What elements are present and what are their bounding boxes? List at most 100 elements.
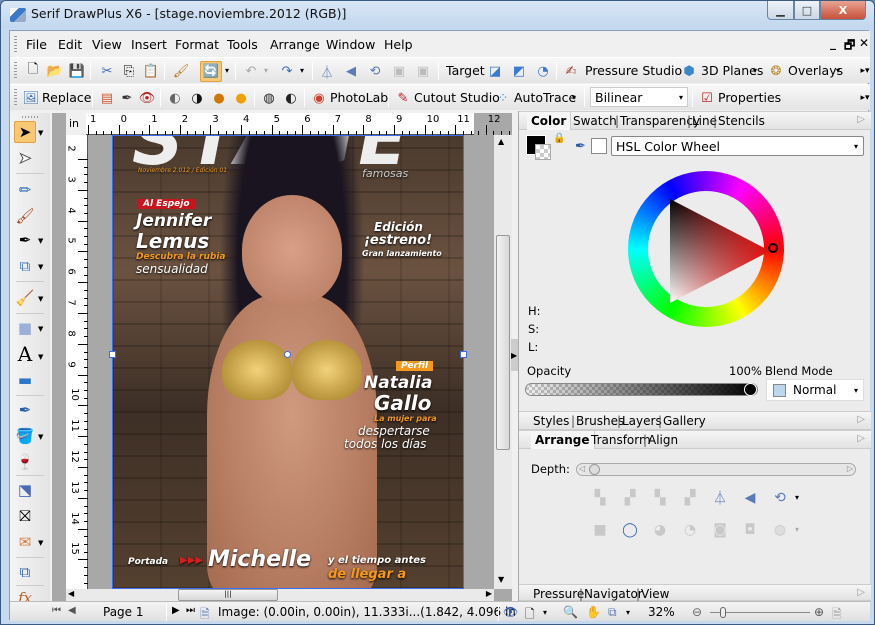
join-dropdown-icon[interactable]: ▾ bbox=[795, 525, 799, 534]
rotate-icon[interactable]: ⟲ bbox=[366, 62, 384, 80]
bring-forward-icon[interactable]: ▣ bbox=[390, 62, 408, 80]
tab-pressure[interactable]: Pressure bbox=[533, 587, 584, 601]
overlays-button[interactable]: Overlays bbox=[788, 63, 843, 78]
replace-button[interactable]: Replace bbox=[42, 90, 91, 105]
scroll-down-icon[interactable]: ▼ bbox=[498, 575, 504, 584]
cutout-studio-button[interactable]: Cutout Studio bbox=[414, 90, 500, 105]
hue-marker[interactable] bbox=[768, 243, 778, 253]
vertical-ruler[interactable]: 2 3 4 5 6 7 8 9 10 11 12 13 14 15 bbox=[66, 135, 88, 589]
subtract-icon[interactable]: ◕ bbox=[651, 521, 669, 539]
fill-color-swatch[interactable] bbox=[535, 144, 551, 160]
doc-close-button[interactable]: ✕ bbox=[859, 36, 869, 50]
back-one-icon[interactable]: ▞ bbox=[681, 489, 699, 507]
zoom-slider[interactable] bbox=[710, 607, 810, 618]
menu-format[interactable]: Format bbox=[175, 37, 219, 52]
tab-navigator[interactable]: Navigator bbox=[584, 587, 643, 601]
rotate-dropdown-icon[interactable]: ▾ bbox=[795, 493, 799, 502]
depth-slider-knob[interactable] bbox=[589, 464, 600, 475]
minimize-button[interactable]: ▁ bbox=[767, 1, 794, 20]
update-dropdown-icon[interactable]: ▾ bbox=[225, 66, 229, 75]
convert-to-curves-icon[interactable]: ◯ bbox=[621, 521, 639, 539]
3d-planes-icon[interactable]: ⬢ bbox=[680, 62, 698, 80]
resize-handle-left[interactable] bbox=[109, 351, 116, 358]
drawing-canvas[interactable]: in 1 0 1 2 3 4 5 6 7 8 9 10 11 12 2 3 4 5 6 7 8 9 10 11 12 13 14 1… bbox=[52, 113, 512, 601]
zoom-tool-icon[interactable]: 🔍 bbox=[563, 605, 578, 619]
brightness-down-icon[interactable]: ● bbox=[210, 89, 228, 107]
brightness-up-icon[interactable]: ● bbox=[232, 89, 250, 107]
red-eye-icon[interactable]: 👁 bbox=[138, 89, 156, 107]
target-front-icon[interactable]: ◪ bbox=[486, 62, 504, 80]
pencil-tool-icon[interactable]: ✏ bbox=[14, 179, 36, 201]
lock-icon[interactable]: 🔒 bbox=[553, 133, 565, 144]
pen-tool-icon[interactable]: ✒ bbox=[14, 229, 36, 251]
resize-handle-right[interactable] bbox=[460, 351, 467, 358]
close-button[interactable]: X bbox=[820, 1, 866, 20]
zoom-in-icon[interactable]: ⊕ bbox=[814, 605, 824, 619]
update-icon[interactable]: 🔄 bbox=[200, 61, 222, 82]
blend-mode-select[interactable]: Normal ▾ bbox=[766, 379, 864, 401]
photolab-button[interactable]: PhotoLab bbox=[330, 90, 388, 105]
insert-picture-tool-icon[interactable]: ▬ bbox=[14, 369, 36, 391]
target-back-icon[interactable]: ◩ bbox=[510, 62, 528, 80]
flip-horizontal-icon[interactable]: ⏃ bbox=[711, 489, 729, 507]
zoom-to-fit-icon[interactable]: ⧉ bbox=[608, 605, 617, 620]
transparency-tool-icon[interactable]: 🍷 bbox=[14, 451, 36, 473]
pressure-studio-button[interactable]: Pressure Studio bbox=[585, 63, 682, 78]
exclude-icon[interactable]: ◙ bbox=[711, 521, 729, 539]
properties-button[interactable]: Properties bbox=[718, 90, 781, 105]
panel-menu-icon[interactable]: ▷ bbox=[857, 414, 865, 425]
flip-horizontal-icon[interactable]: ⏃ bbox=[318, 62, 336, 81]
bring-to-front-icon[interactable]: ▚ bbox=[591, 489, 609, 507]
split-icon[interactable]: ◘ bbox=[741, 521, 759, 539]
horizontal-ruler[interactable]: 1 0 1 2 3 4 5 6 7 8 9 10 11 12 bbox=[66, 113, 510, 135]
depth-slider[interactable]: ◁ ▷ bbox=[576, 463, 856, 476]
toolbox-grip[interactable] bbox=[22, 116, 40, 118]
flip-vertical-icon[interactable]: ◀ bbox=[342, 62, 360, 80]
scroll-right-icon[interactable]: ▶ bbox=[486, 589, 492, 598]
page-mode-dropdown-icon[interactable]: ▾ bbox=[543, 608, 547, 617]
undo-icon[interactable]: ↶ bbox=[242, 62, 260, 80]
color-pickup-tool-icon[interactable]: ✒ bbox=[14, 399, 36, 421]
paste-icon[interactable]: 📋 bbox=[142, 62, 160, 80]
undo-dropdown-icon[interactable]: ▾ bbox=[264, 66, 268, 75]
open-folder-icon[interactable]: 📂 bbox=[46, 62, 64, 80]
zoom-out-icon[interactable]: ⊖ bbox=[692, 605, 702, 619]
vertical-scrollbar[interactable]: ▲ ▼ bbox=[494, 135, 512, 589]
actual-size-icon[interactable]: 🗎 bbox=[832, 605, 842, 624]
resample-select[interactable]: Bilinear ▾ bbox=[590, 87, 688, 107]
ruler-unit[interactable]: in bbox=[66, 113, 86, 135]
copy-icon[interactable]: ⎘ bbox=[120, 62, 138, 80]
pressure-studio-icon[interactable]: ✍ bbox=[562, 62, 580, 80]
tab-styles[interactable]: Styles bbox=[533, 414, 569, 428]
rotate-handle[interactable] bbox=[284, 351, 291, 358]
fill-tool-icon[interactable]: 🪣 bbox=[14, 425, 36, 447]
quickshape-tool-icon[interactable]: ■ bbox=[14, 317, 36, 339]
panel-menu-icon[interactable]: ▷ bbox=[857, 587, 865, 598]
adjust-picture-icon[interactable]: ▤ bbox=[98, 89, 116, 107]
previous-page-icon[interactable]: ◀ bbox=[68, 605, 76, 616]
connector-tool-icon[interactable]: ⧉ bbox=[14, 255, 36, 277]
toolbar-grip[interactable] bbox=[14, 36, 17, 52]
redo-icon[interactable]: ↷ bbox=[278, 62, 296, 80]
page-indicator[interactable]: Page 1 bbox=[103, 605, 144, 619]
menu-view[interactable]: View bbox=[92, 37, 122, 52]
tab-gallery[interactable]: Gallery bbox=[663, 414, 706, 428]
toolbar-grip[interactable] bbox=[14, 89, 17, 107]
page-properties-icon[interactable]: 🗎 bbox=[200, 605, 210, 624]
opacity-slider[interactable] bbox=[525, 383, 758, 396]
3d-planes-dropdown-icon[interactable]: ▾ bbox=[753, 66, 757, 75]
vertical-scroll-thumb[interactable] bbox=[496, 235, 510, 450]
paintbrush-tool-icon[interactable]: 🖌 bbox=[14, 205, 36, 227]
menu-arrange[interactable]: Arrange bbox=[270, 37, 320, 52]
intersect-icon[interactable]: ◔ bbox=[681, 521, 699, 539]
auto-contrast-icon[interactable]: ◐ bbox=[282, 89, 300, 107]
zoom-level[interactable]: 32% bbox=[648, 605, 675, 619]
menu-edit[interactable]: Edit bbox=[58, 37, 82, 52]
autotrace-icon[interactable]: ⁘ bbox=[494, 89, 512, 107]
overlays-icon[interactable]: ❂ bbox=[767, 62, 785, 80]
doc-minimize-button[interactable]: _ bbox=[830, 36, 836, 50]
join-icon[interactable]: ◍ bbox=[771, 521, 789, 539]
color-mode-select[interactable]: HSL Color Wheel ▾ bbox=[611, 136, 864, 156]
magazine-cover-image[interactable]: STAGE Noviembre 2.012 / Edición 01 famos… bbox=[112, 135, 464, 589]
new-document-icon[interactable]: 🗋 bbox=[24, 62, 42, 80]
